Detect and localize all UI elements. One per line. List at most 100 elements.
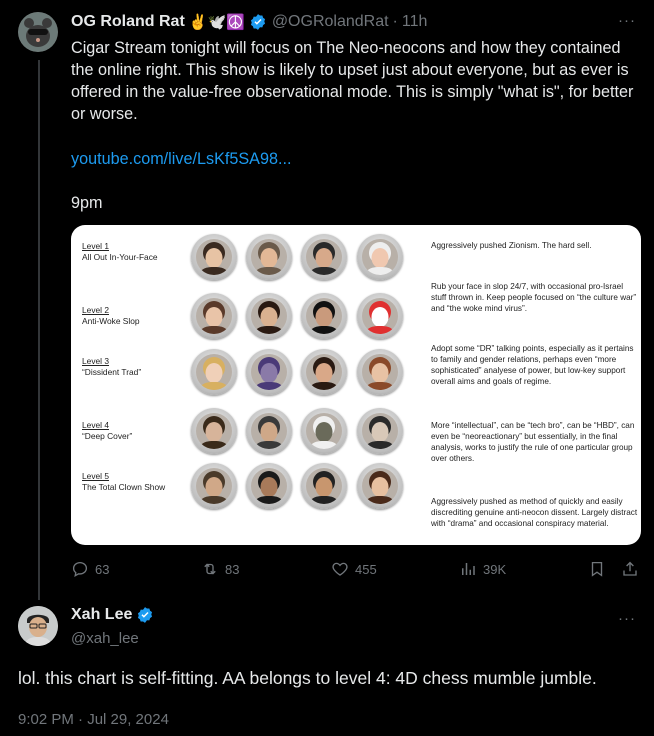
portrait-photo: [251, 298, 287, 334]
portrait-badge: [301, 463, 347, 509]
more-options-icon[interactable]: ···: [618, 12, 636, 29]
dot-separator: ·: [392, 13, 398, 30]
reply-author-name[interactable]: Xah Lee: [71, 606, 132, 624]
level-3-description: Adopt some “DR” talking points, especial…: [431, 344, 634, 386]
portrait-photo: [362, 298, 398, 334]
portrait-photo: [251, 354, 287, 390]
level-4-label: Level 4 “Deep Cover”: [82, 420, 132, 442]
reply-timestamp[interactable]: 9:02 PM · Jul 29, 2024: [18, 711, 169, 728]
level-number: Level 2: [82, 305, 110, 315]
portrait-badge: [191, 349, 237, 395]
reply-text: lol. this chart is self-fitting. AA belo…: [18, 668, 597, 688]
portrait-badge: [191, 234, 237, 280]
author-handle[interactable]: @OGRolandRat: [272, 13, 389, 31]
level-3-label: Level 3 “Dissident Trad”: [82, 356, 141, 378]
portrait-badge: [246, 349, 292, 395]
level-number: Level 1: [82, 241, 110, 251]
portrait-badge: [357, 463, 403, 509]
attached-chart-image[interactable]: Level 1 All Out In-Your-Face Level 2 Ant…: [71, 225, 641, 545]
portrait-badge: [246, 408, 292, 454]
rat-avatar-image: [18, 12, 58, 52]
portrait-badge: [301, 408, 347, 454]
portrait-photo: [306, 239, 342, 275]
portrait-photo: [251, 468, 287, 504]
tweet-actions: 63 83 455 39K: [71, 560, 641, 582]
level-number: Level 5: [82, 471, 110, 481]
verified-badge-icon: [250, 14, 265, 30]
tweet-text: Cigar Stream tonight will focus on The N…: [71, 39, 634, 123]
repost-button[interactable]: 83: [201, 560, 239, 578]
avatar[interactable]: [18, 12, 58, 52]
level-name: All Out In-Your-Face: [82, 252, 158, 262]
portrait-photo: [306, 468, 342, 504]
time-line: 9pm: [71, 194, 103, 212]
reply-author-name-row: Xah Lee: [71, 606, 154, 624]
reply-button[interactable]: 63: [71, 560, 109, 578]
portrait-badge: [357, 293, 403, 339]
bookmark-button[interactable]: [588, 560, 612, 578]
portrait-photo: [362, 239, 398, 275]
portrait-photo: [196, 413, 232, 449]
level-2-description: Rub your face in slop 24/7, with occasio…: [431, 282, 637, 313]
level-name: The Total Clown Show: [82, 482, 166, 492]
views-button[interactable]: 39K: [459, 560, 506, 578]
portrait-photo: [251, 413, 287, 449]
portrait-badge: [246, 463, 292, 509]
portrait-badge: [301, 293, 347, 339]
portrait-photo: [306, 413, 342, 449]
youtube-link[interactable]: youtube.com/live/LsKf5SA98...: [71, 148, 291, 170]
level-5-description: Aggressively pushed as method of quickly…: [431, 497, 638, 528]
portrait-photo: [251, 239, 287, 275]
level-1-description: Aggressively pushed Zionism. The hard se…: [431, 241, 592, 250]
level-number: Level 4: [82, 420, 110, 430]
views-count: 39K: [483, 561, 507, 577]
level-2-label: Level 2 Anti-Woke Slop: [82, 305, 140, 327]
thread-connector-line: [38, 60, 40, 600]
level-name: “Deep Cover”: [82, 431, 133, 441]
reply-count: 63: [95, 561, 110, 577]
portrait-badge: [246, 293, 292, 339]
repost-count: 83: [225, 561, 240, 577]
portrait-photo: [362, 354, 398, 390]
heart-icon: [332, 562, 348, 576]
portrait-photo: [362, 413, 398, 449]
share-icon: [623, 561, 637, 576]
portrait-photo: [196, 468, 232, 504]
level-number: Level 3: [82, 356, 110, 366]
portrait-photo: [196, 298, 232, 334]
repost-icon: [204, 563, 216, 575]
portrait-badge: [301, 234, 347, 280]
portrait-badge: [191, 408, 237, 454]
bookmark-icon: [591, 561, 603, 577]
level-1-label: Level 1 All Out In-Your-Face: [82, 241, 158, 263]
tweet-header: OG Roland Rat ✌️🕊️☮️ @OGRolandRat · 11h: [71, 11, 427, 33]
portrait-badge: [357, 408, 403, 454]
portrait-badge: [246, 234, 292, 280]
portrait-badge: [301, 349, 347, 395]
level-name: “Dissident Trad”: [82, 367, 142, 377]
like-count: 455: [355, 561, 377, 577]
verified-badge-icon: [138, 607, 153, 623]
portrait-badge: [191, 293, 237, 339]
name-emojis: ✌️🕊️☮️: [188, 14, 245, 31]
like-button[interactable]: 455: [331, 560, 377, 578]
author-name[interactable]: OG Roland Rat: [71, 13, 185, 31]
tweet-time[interactable]: 11h: [402, 13, 428, 31]
reply-author-handle[interactable]: @xah_lee: [71, 630, 139, 647]
reply-avatar[interactable]: [18, 606, 58, 646]
reply-icon: [72, 561, 88, 578]
level-5-label: Level 5 The Total Clown Show: [82, 471, 165, 493]
portrait-photo: [196, 239, 232, 275]
portrait-photo: [306, 298, 342, 334]
views-chart-icon: [462, 563, 475, 575]
person-avatar-image: [18, 606, 58, 646]
level-name: Anti-Woke Slop: [82, 316, 140, 326]
reply-more-options-icon[interactable]: ···: [618, 610, 636, 627]
share-button[interactable]: [621, 560, 645, 578]
portrait-photo: [306, 354, 342, 390]
portrait-badge: [357, 349, 403, 395]
level-4-description: More “intellectual”, can be “tech bro”, …: [431, 421, 635, 463]
portrait-photo: [196, 354, 232, 390]
portrait-badge: [191, 463, 237, 509]
portrait-photo: [362, 468, 398, 504]
